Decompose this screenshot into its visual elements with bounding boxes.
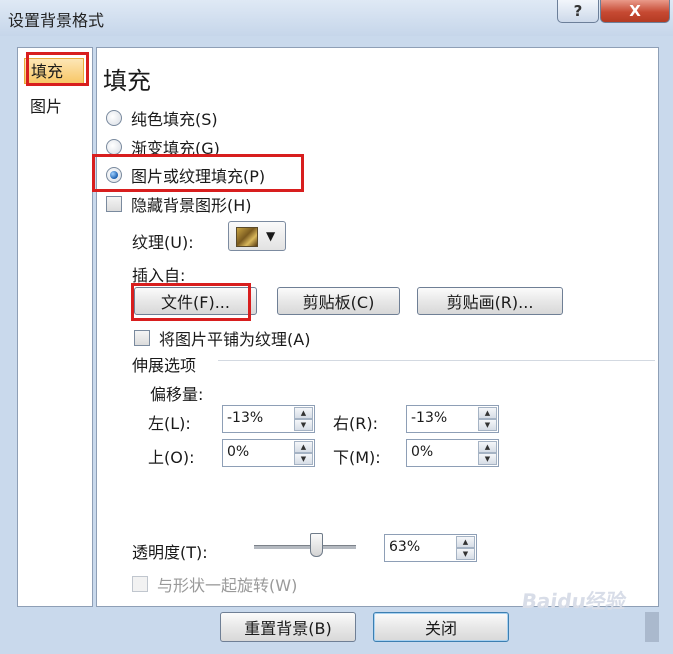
left-offset-input[interactable]: -13% ▲ ▼ bbox=[222, 405, 315, 433]
clipart-button[interactable]: 剪贴画(R)... bbox=[417, 287, 563, 315]
highlight-picture-fill bbox=[92, 154, 304, 192]
close-button[interactable]: 关闭 bbox=[373, 612, 509, 642]
spin-up-icon[interactable]: ▲ bbox=[478, 441, 497, 453]
watermark: Baidu经验 bbox=[520, 589, 628, 613]
resize-grip[interactable] bbox=[645, 612, 659, 642]
window-title: 设置背景格式 bbox=[8, 11, 105, 30]
section-divider bbox=[218, 360, 655, 361]
texture-swatch-icon bbox=[236, 227, 258, 247]
hide-background-checkbox[interactable] bbox=[106, 196, 122, 212]
spin-up-icon[interactable]: ▲ bbox=[478, 407, 497, 419]
top-offset-input[interactable]: 0% ▲ ▼ bbox=[222, 439, 315, 467]
left-offset-stepper[interactable]: ▲ ▼ bbox=[294, 407, 313, 431]
tile-option[interactable]: 将图片平铺为纹理(A) bbox=[134, 326, 310, 350]
top-offset-label: 上(O): bbox=[148, 448, 195, 467]
solid-fill-option[interactable]: 纯色填充(S) bbox=[106, 106, 218, 130]
reset-background-button[interactable]: 重置背景(B) bbox=[220, 612, 356, 642]
left-offset-value: -13% bbox=[227, 410, 264, 426]
left-offset-label: 左(L): bbox=[148, 414, 191, 433]
transparency-stepper[interactable]: ▲ ▼ bbox=[456, 536, 475, 560]
transparency-slider-thumb[interactable] bbox=[310, 533, 324, 557]
offset-label: 偏移量: bbox=[150, 385, 204, 404]
chevron-down-icon: ▼ bbox=[266, 229, 276, 243]
title-bar: 设置背景格式 ? X bbox=[0, 0, 673, 36]
spin-down-icon[interactable]: ▼ bbox=[478, 419, 497, 431]
rotate-with-shape-label: 与形状一起旋转(W) bbox=[157, 576, 298, 595]
tile-checkbox[interactable] bbox=[134, 330, 150, 346]
texture-label: 纹理(U): bbox=[132, 233, 194, 252]
bottom-offset-stepper[interactable]: ▲ ▼ bbox=[478, 441, 497, 465]
right-offset-input[interactable]: -13% ▲ ▼ bbox=[406, 405, 499, 433]
transparency-slider[interactable] bbox=[254, 545, 356, 549]
hide-background-option[interactable]: 隐藏背景图形(H) bbox=[106, 192, 252, 216]
highlight-file-button bbox=[131, 283, 251, 321]
bottom-offset-value: 0% bbox=[411, 444, 434, 460]
solid-fill-radio[interactable] bbox=[106, 110, 122, 126]
spin-up-icon[interactable]: ▲ bbox=[456, 536, 475, 548]
top-offset-stepper[interactable]: ▲ ▼ bbox=[294, 441, 313, 465]
spin-down-icon[interactable]: ▼ bbox=[294, 453, 313, 465]
bottom-offset-input[interactable]: 0% ▲ ▼ bbox=[406, 439, 499, 467]
gradient-fill-radio[interactable] bbox=[106, 139, 122, 155]
spin-up-icon[interactable]: ▲ bbox=[294, 441, 313, 453]
transparency-value: 63% bbox=[389, 539, 421, 555]
solid-fill-label: 纯色填充(S) bbox=[131, 110, 218, 129]
rotate-with-shape-option[interactable]: 与形状一起旋转(W) bbox=[132, 572, 297, 596]
spin-down-icon[interactable]: ▼ bbox=[478, 453, 497, 465]
spin-down-icon[interactable]: ▼ bbox=[294, 419, 313, 431]
right-offset-value: -13% bbox=[411, 410, 448, 426]
clipboard-button[interactable]: 剪贴板(C) bbox=[277, 287, 400, 315]
right-offset-label: 右(R): bbox=[333, 414, 378, 433]
close-icon[interactable]: X bbox=[600, 0, 670, 23]
texture-dropdown[interactable]: ▼ bbox=[228, 221, 286, 251]
help-icon[interactable]: ? bbox=[557, 0, 599, 23]
tile-label: 将图片平铺为纹理(A) bbox=[159, 330, 311, 349]
hide-background-label: 隐藏背景图形(H) bbox=[131, 196, 252, 215]
transparency-label: 透明度(T): bbox=[132, 543, 208, 562]
spin-down-icon[interactable]: ▼ bbox=[456, 548, 475, 560]
bottom-offset-label: 下(M): bbox=[333, 448, 381, 467]
top-offset-value: 0% bbox=[227, 444, 250, 460]
rotate-with-shape-checkbox[interactable] bbox=[132, 576, 148, 592]
highlight-nav-fill bbox=[26, 52, 89, 86]
transparency-input[interactable]: 63% ▲ ▼ bbox=[384, 534, 477, 562]
stretch-options-label: 伸展选项 bbox=[132, 356, 197, 375]
section-title: 填充 bbox=[103, 67, 151, 95]
category-list: 填充 图片 bbox=[17, 47, 93, 607]
nav-item-picture[interactable]: 图片 bbox=[24, 94, 84, 120]
spin-up-icon[interactable]: ▲ bbox=[294, 407, 313, 419]
right-offset-stepper[interactable]: ▲ ▼ bbox=[478, 407, 497, 431]
